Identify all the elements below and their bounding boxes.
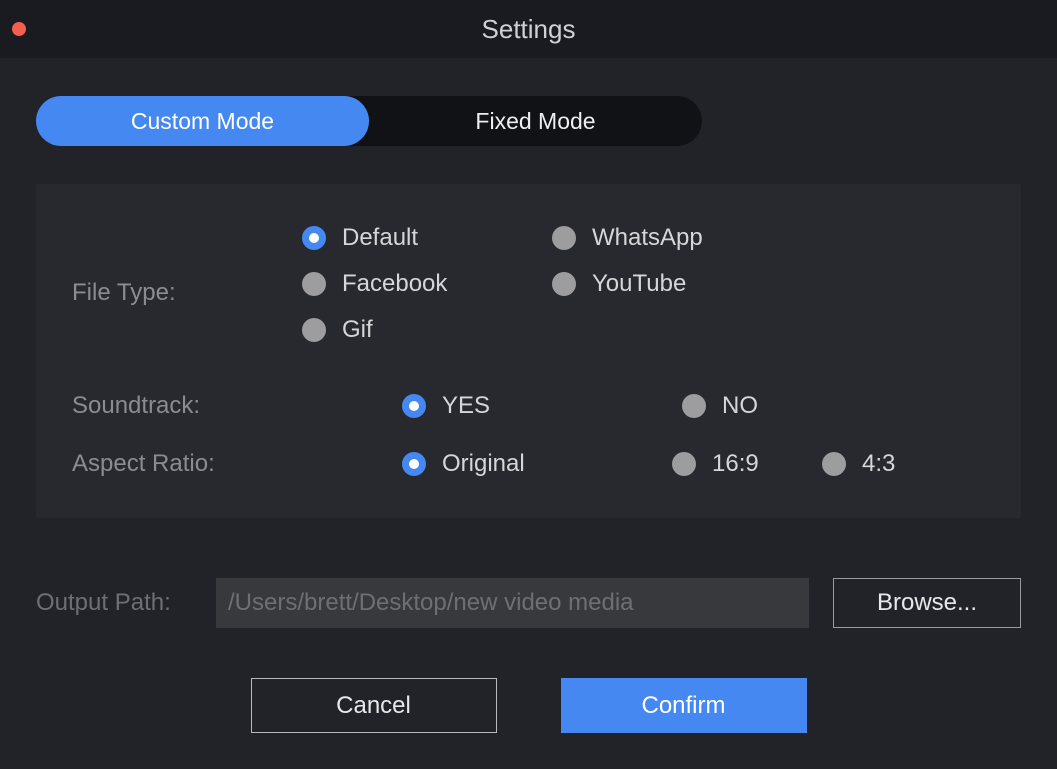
radio-label: 4:3 xyxy=(862,450,895,478)
browse-button-label: Browse... xyxy=(877,589,977,616)
settings-panel: File Type: Default WhatsApp Facebook You… xyxy=(36,184,1021,518)
radio-icon xyxy=(672,452,696,476)
aspect-ratio-row: Aspect Ratio: Original 16:9 4:3 xyxy=(72,450,985,478)
radio-label: Facebook xyxy=(342,270,447,298)
radio-icon xyxy=(302,226,326,250)
radio-label: Gif xyxy=(342,316,373,344)
soundtrack-row: Soundtrack: YES NO xyxy=(72,392,985,420)
soundtrack-group: YES NO xyxy=(402,392,985,420)
file-type-group: Default WhatsApp Facebook YouTube Gif xyxy=(302,224,985,362)
radio-file-type-youtube[interactable]: YouTube xyxy=(552,270,802,298)
radio-label: YouTube xyxy=(592,270,686,298)
radio-file-type-facebook[interactable]: Facebook xyxy=(302,270,552,298)
radio-icon xyxy=(822,452,846,476)
radio-label: YES xyxy=(442,392,490,420)
window-title: Settings xyxy=(0,14,1057,45)
radio-icon xyxy=(402,394,426,418)
file-type-label: File Type: xyxy=(72,279,302,307)
radio-soundtrack-yes[interactable]: YES xyxy=(402,392,682,420)
radio-icon xyxy=(402,452,426,476)
soundtrack-label: Soundtrack: xyxy=(72,392,302,420)
radio-aspect-original[interactable]: Original xyxy=(402,450,672,478)
dialog-actions: Cancel Confirm xyxy=(36,678,1021,733)
radio-label: 16:9 xyxy=(712,450,759,478)
titlebar: Settings xyxy=(0,0,1057,58)
radio-label: NO xyxy=(722,392,758,420)
radio-icon xyxy=(302,272,326,296)
radio-icon xyxy=(682,394,706,418)
tab-label: Custom Mode xyxy=(131,108,274,135)
confirm-button-label: Confirm xyxy=(641,692,725,720)
file-type-row: File Type: Default WhatsApp Facebook You… xyxy=(72,224,985,362)
radio-icon xyxy=(552,272,576,296)
cancel-button-label: Cancel xyxy=(336,692,411,720)
output-path-row: Output Path: Browse... xyxy=(36,578,1021,628)
window-close-icon[interactable] xyxy=(12,22,26,36)
radio-icon xyxy=(552,226,576,250)
output-path-input[interactable] xyxy=(216,578,809,628)
tab-fixed-mode[interactable]: Fixed Mode xyxy=(369,96,702,146)
radio-label: WhatsApp xyxy=(592,224,703,252)
cancel-button[interactable]: Cancel xyxy=(251,678,497,733)
aspect-ratio-label: Aspect Ratio: xyxy=(72,450,302,478)
radio-soundtrack-no[interactable]: NO xyxy=(682,392,962,420)
output-path-label: Output Path: xyxy=(36,589,216,617)
radio-file-type-whatsapp[interactable]: WhatsApp xyxy=(552,224,802,252)
radio-aspect-4-3[interactable]: 4:3 xyxy=(822,450,942,478)
radio-icon xyxy=(302,318,326,342)
radio-label: Original xyxy=(442,450,525,478)
browse-button[interactable]: Browse... xyxy=(833,578,1021,628)
confirm-button[interactable]: Confirm xyxy=(561,678,807,733)
radio-file-type-gif[interactable]: Gif xyxy=(302,316,552,344)
tab-custom-mode[interactable]: Custom Mode xyxy=(36,96,369,146)
radio-aspect-16-9[interactable]: 16:9 xyxy=(672,450,822,478)
tab-label: Fixed Mode xyxy=(475,108,595,135)
mode-tabs: Custom Mode Fixed Mode xyxy=(36,96,1021,146)
radio-label: Default xyxy=(342,224,418,252)
aspect-ratio-group: Original 16:9 4:3 xyxy=(402,450,985,478)
radio-file-type-default[interactable]: Default xyxy=(302,224,552,252)
